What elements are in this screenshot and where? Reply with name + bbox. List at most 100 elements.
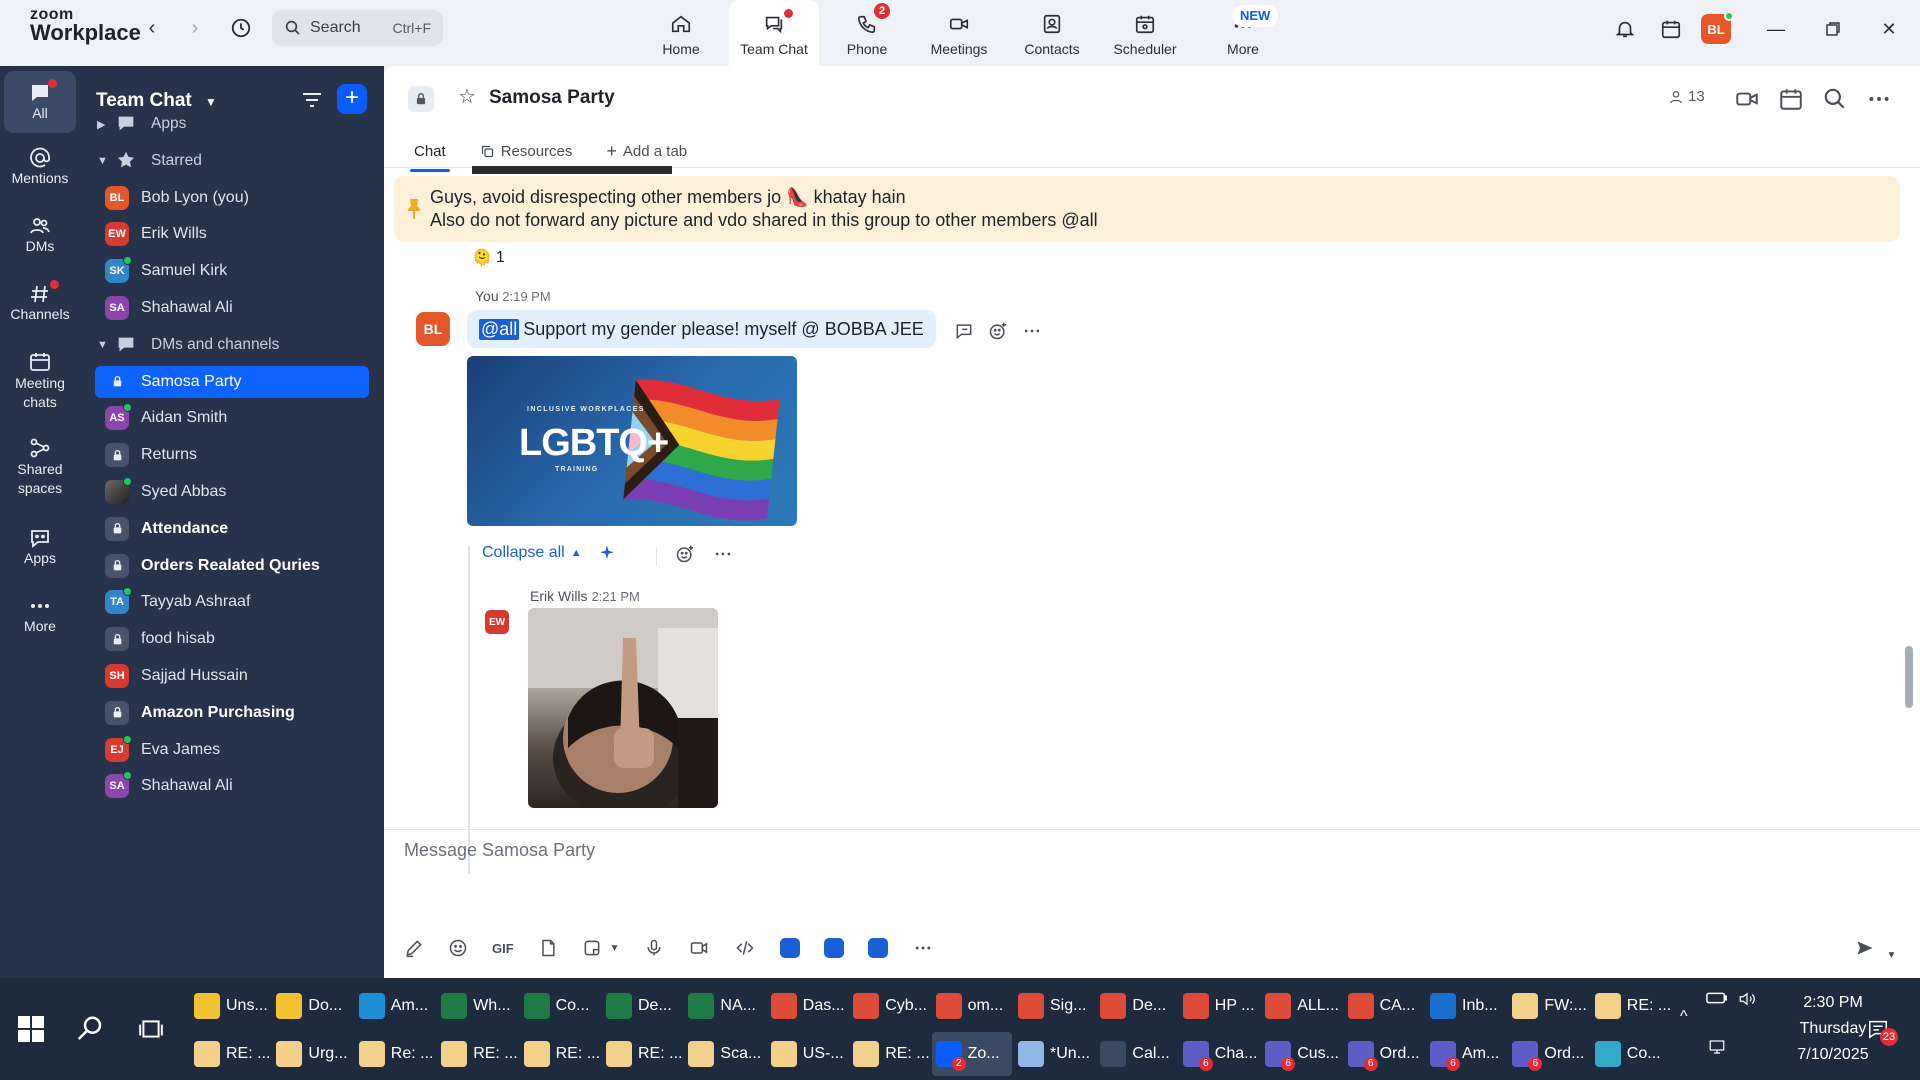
taskbar-app-row2-6[interactable]: Sca... — [684, 1032, 764, 1076]
rail-item-all[interactable]: All — [4, 71, 76, 133]
message-avatar[interactable]: BL — [416, 312, 450, 346]
taskbar-app-row2-3[interactable]: RE: ... — [437, 1032, 517, 1076]
reply-author[interactable]: Erik Wills — [530, 588, 588, 604]
app-shortcut-2-icon[interactable] — [823, 938, 844, 958]
back-arrow-icon[interactable]: ‹ — [138, 14, 166, 42]
taskbar-app-row1-2[interactable]: Am... — [355, 984, 435, 1028]
restore-icon[interactable] — [1818, 14, 1848, 44]
screenshot-dropdown-icon[interactable]: ▼ — [610, 943, 620, 954]
network-icon[interactable] — [1706, 1038, 1728, 1061]
sidebar-section-dms-and-channels[interactable]: ▼ DMs and channels — [95, 329, 369, 361]
sidebar-item-shahawal-ali[interactable]: SA Shahawal Ali — [95, 292, 369, 324]
show-hidden-icons[interactable]: ^ — [1680, 1008, 1688, 1026]
taskbar-app-row1-12[interactable]: HP ... — [1179, 984, 1259, 1028]
sidebar-item-samosa-party[interactable]: Samosa Party — [95, 365, 369, 398]
send-dropdown-icon[interactable]: ▼ — [1886, 950, 1896, 961]
taskbar-app-row1-0[interactable]: Uns... — [190, 984, 270, 1028]
format-text-icon[interactable] — [404, 938, 424, 958]
tab-resources[interactable]: Resources — [476, 136, 577, 166]
taskbar-app-row2-15[interactable]: 6 Am... — [1426, 1032, 1506, 1076]
taskbar-app-row1-15[interactable]: Inb... — [1426, 984, 1506, 1028]
send-button[interactable]: ▼ — [1854, 938, 1896, 963]
taskbar-app-row1-10[interactable]: Sig... — [1014, 984, 1094, 1028]
sidebar-item-erik-wills[interactable]: EW Erik Wills — [95, 218, 369, 250]
reply-avatar[interactable]: EW — [485, 610, 509, 634]
taskbar-app-row1-7[interactable]: Das... — [767, 984, 847, 1028]
microphone-icon[interactable] — [644, 938, 664, 958]
sidebar-section-apps[interactable]: ▶ Apps — [95, 108, 369, 140]
add-reaction-icon[interactable] — [988, 321, 1008, 346]
taskbar-app-row2-13[interactable]: 6 Cus... — [1261, 1032, 1341, 1076]
taskbar-app-row2-8[interactable]: RE: ... — [849, 1032, 929, 1076]
tab-home[interactable]: Home — [636, 0, 726, 66]
video-call-icon[interactable] — [1734, 86, 1760, 112]
rail-item-shared-spaces[interactable]: Shared spaces — [4, 436, 76, 498]
sidebar-item-returns[interactable]: Returns — [95, 439, 369, 471]
star-icon[interactable]: ☆ — [458, 84, 476, 109]
sidebar-item-shahawal-ali[interactable]: SA Shahawal Ali — [95, 770, 369, 802]
tab-meetings[interactable]: Meetings — [914, 0, 1004, 66]
notification-center-icon[interactable]: 23 — [1866, 1018, 1898, 1046]
sidebar-item-amazon-purchasing[interactable]: Amazon Purchasing — [95, 697, 369, 729]
taskbar-app-row2-7[interactable]: US-... — [767, 1032, 847, 1076]
taskbar-app-row2-5[interactable]: RE: ... — [602, 1032, 682, 1076]
pinned-message[interactable]: Guys, avoid disrespecting other members … — [394, 176, 1900, 242]
forward-arrow-icon[interactable]: › — [181, 14, 209, 42]
taskbar-app-row1-6[interactable]: NA... — [684, 984, 764, 1028]
sidebar-item-tayyab-ashraaf[interactable]: TA Tayyab Ashraaf — [95, 586, 369, 618]
taskbar-app-row2-1[interactable]: Urg... — [272, 1032, 352, 1076]
sidebar-item-orders-realated-quries[interactable]: Orders Realated Quries — [95, 550, 369, 582]
taskbar-app-row1-11[interactable]: De... — [1096, 984, 1176, 1028]
history-icon[interactable] — [227, 14, 255, 42]
minimize-icon[interactable]: — — [1761, 14, 1791, 44]
taskbar-app-row2-9[interactable]: 2 Zo... — [931, 1032, 1012, 1076]
composer-more-icon[interactable] — [912, 938, 934, 958]
code-snippet-icon[interactable] — [734, 938, 756, 958]
add-tab-button[interactable]: + Add a tab — [602, 136, 691, 166]
taskbar-app-row2-17[interactable]: Co... — [1591, 1032, 1671, 1076]
reaction-chip[interactable]: 🫠 1 — [472, 248, 505, 268]
rail-item-meeting-chats[interactable]: Meeting chats — [4, 350, 76, 412]
reply-icon[interactable] — [954, 321, 974, 346]
tab-contacts[interactable]: Contacts — [1007, 0, 1097, 66]
taskbar-app-row1-3[interactable]: Wh... — [437, 984, 517, 1028]
taskbar-app-row1-14[interactable]: CA... — [1344, 984, 1424, 1028]
calendar-icon[interactable] — [1656, 14, 1686, 44]
rail-item-channels[interactable]: Channels — [4, 280, 76, 322]
sidebar-item-samuel-kirk[interactable]: SK Samuel Kirk — [95, 255, 369, 287]
taskbar-app-row2-11[interactable]: Cal... — [1096, 1032, 1176, 1076]
taskbar-app-row2-14[interactable]: 6 Ord... — [1344, 1032, 1424, 1076]
chat-scrollbar[interactable] — [1905, 646, 1913, 708]
search-in-channel-icon[interactable] — [1822, 86, 1848, 112]
schedule-meeting-icon[interactable] — [1778, 86, 1804, 112]
taskbar-app-row2-12[interactable]: 6 Cha... — [1179, 1032, 1259, 1076]
taskbar-app-row1-13[interactable]: ALL... — [1261, 984, 1341, 1028]
member-count[interactable]: 13 — [1668, 88, 1705, 105]
taskbar-app-row1-8[interactable]: Cyb... — [849, 984, 929, 1028]
app-shortcut-3-icon[interactable] — [867, 938, 888, 958]
taskbar-app-row1-16[interactable]: FW:... — [1508, 984, 1588, 1028]
taskbar-app-row1-17[interactable]: RE: ... — [1591, 984, 1671, 1028]
sidebar-item-eva-james[interactable]: EJ Eva James — [95, 734, 369, 766]
rail-item-dms[interactable]: DMs — [4, 214, 76, 254]
screenshot-icon[interactable] — [582, 938, 602, 958]
close-icon[interactable]: ✕ — [1874, 14, 1904, 44]
message-input[interactable]: Message Samosa Party — [404, 840, 595, 861]
taskbar-app-row1-4[interactable]: Co... — [520, 984, 600, 1028]
rail-item-mentions[interactable]: Mentions — [4, 146, 76, 186]
rail-item-apps[interactable]: Apps — [4, 526, 76, 566]
windows-start-button[interactable] — [18, 1016, 44, 1042]
attach-file-icon[interactable] — [538, 938, 558, 958]
sidebar-item-attendance[interactable]: Attendance — [95, 513, 369, 545]
tab-team-chat[interactable]: Team Chat — [729, 0, 819, 66]
sidebar-item-syed-abbas[interactable]: Syed Abbas — [95, 476, 369, 508]
collapse-all-button[interactable]: Collapse all ▲ — [482, 544, 616, 562]
ai-sparkle-icon[interactable] — [598, 544, 616, 562]
sidebar-section-starred[interactable]: ▼ Starred — [95, 145, 369, 177]
profile-avatar[interactable]: BL — [1701, 11, 1734, 44]
channel-title[interactable]: Samosa Party — [489, 87, 615, 109]
taskbar-app-row1-1[interactable]: Do... — [272, 984, 352, 1028]
taskbar-app-row2-2[interactable]: Re: ... — [355, 1032, 435, 1076]
mention-all[interactable]: @all — [479, 318, 520, 340]
thread-add-reaction-icon[interactable] — [675, 544, 695, 569]
